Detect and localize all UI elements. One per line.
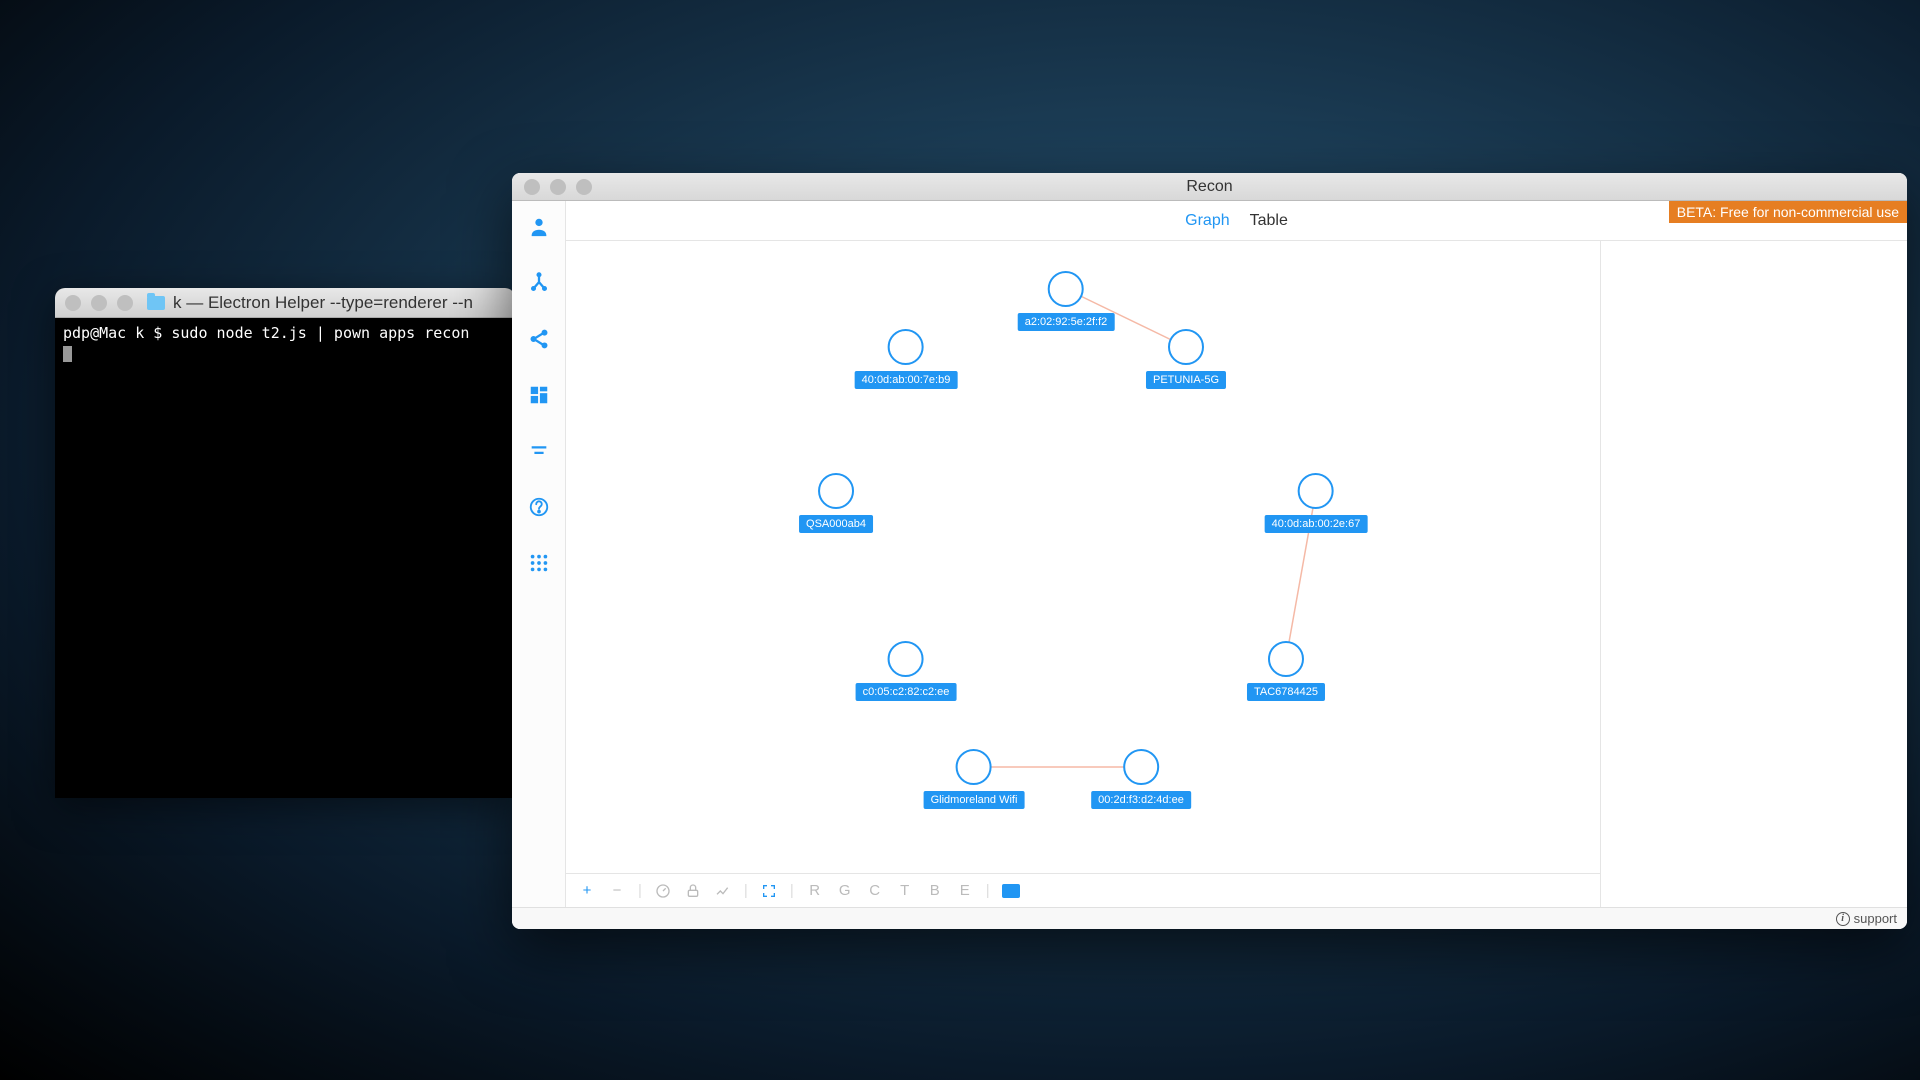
share-icon[interactable] [527, 327, 551, 351]
maximize-button[interactable] [117, 295, 133, 311]
recon-traffic-lights [524, 179, 592, 195]
graph-node[interactable]: c0:05:c2:82:c2:ee [856, 641, 957, 701]
terminal-window: k — Electron Helper --type=renderer --n … [55, 288, 515, 798]
grid-icon[interactable] [527, 383, 551, 407]
terminal-title: k — Electron Helper --type=renderer --n [173, 293, 473, 313]
node-label: 40:0d:ab:00:7e:b9 [855, 371, 958, 389]
add-button[interactable]: + [578, 882, 596, 899]
branch-icon[interactable] [527, 271, 551, 295]
image-icon[interactable] [1002, 884, 1020, 898]
node-label: Glidmoreland Wifi [924, 791, 1025, 809]
terminal-titlebar: k — Electron Helper --type=renderer --n [55, 288, 515, 318]
apps-grid-icon[interactable] [527, 551, 551, 575]
node-label: 40:0d:ab:00:2e:67 [1265, 515, 1368, 533]
toolbar-separator: | [744, 882, 748, 899]
minimize-button[interactable] [550, 179, 566, 195]
node-label: 00:2d:f3:d2:4d:ee [1091, 791, 1191, 809]
minimize-button[interactable] [91, 295, 107, 311]
graph-node[interactable]: TAC6784425 [1247, 641, 1325, 701]
graph-node[interactable]: QSA000ab4 [799, 473, 873, 533]
details-panel [1601, 241, 1907, 907]
person-icon[interactable] [527, 215, 551, 239]
node-circle-icon [1048, 271, 1084, 307]
fullscreen-icon[interactable] [760, 883, 778, 899]
terminal-traffic-lights [65, 295, 133, 311]
node-label: PETUNIA-5G [1146, 371, 1226, 389]
terminal-prompt: pdp@Mac k $ [63, 324, 171, 342]
node-label: c0:05:c2:82:c2:ee [856, 683, 957, 701]
recon-footer: i support [512, 907, 1907, 929]
node-circle-icon [1298, 473, 1334, 509]
graph-node[interactable]: Glidmoreland Wifi [924, 749, 1025, 809]
recon-titlebar: Recon [512, 173, 1907, 201]
graph-toolbar: + − | | [566, 873, 1600, 907]
node-label: TAC6784425 [1247, 683, 1325, 701]
layout-g[interactable]: G [836, 882, 854, 899]
support-link[interactable]: i support [1836, 911, 1897, 926]
sidebar [512, 201, 566, 907]
node-circle-icon [1123, 749, 1159, 785]
toolbar-separator: | [986, 882, 990, 899]
node-circle-icon [888, 641, 924, 677]
beta-banner: BETA: Free for non-commercial use [1669, 201, 1907, 223]
node-circle-icon [888, 329, 924, 365]
main-content: Graph Table a2:02:92:5e:2f:f2 40:0d:ab:00… [566, 201, 1907, 907]
filter-icon[interactable] [527, 439, 551, 463]
lock-icon[interactable] [684, 883, 702, 899]
maximize-button[interactable] [576, 179, 592, 195]
recon-title: Recon [1186, 178, 1232, 196]
close-button[interactable] [65, 295, 81, 311]
layout-b[interactable]: B [926, 882, 944, 899]
chart-icon[interactable] [714, 883, 732, 899]
node-circle-icon [1168, 329, 1204, 365]
tab-graph[interactable]: Graph [1185, 212, 1229, 230]
node-circle-icon [956, 749, 992, 785]
help-icon[interactable] [527, 495, 551, 519]
folder-icon [147, 296, 165, 310]
graph-node[interactable]: PETUNIA-5G [1146, 329, 1226, 389]
layout-t[interactable]: T [896, 882, 914, 899]
graph-node[interactable]: 00:2d:f3:d2:4d:ee [1091, 749, 1191, 809]
terminal-cursor [63, 346, 72, 362]
terminal-command: sudo node t2.js | pown apps recon [171, 324, 469, 342]
graph-node[interactable]: a2:02:92:5e:2f:f2 [1018, 271, 1115, 331]
remove-button[interactable]: − [608, 882, 626, 899]
gauge-icon[interactable] [654, 883, 672, 899]
close-button[interactable] [524, 179, 540, 195]
tab-table[interactable]: Table [1250, 212, 1288, 230]
terminal-body[interactable]: pdp@Mac k $ sudo node t2.js | pown apps … [55, 318, 515, 369]
toolbar-separator: | [790, 882, 794, 899]
layout-e[interactable]: E [956, 882, 974, 899]
graph-canvas-wrap: a2:02:92:5e:2f:f2 40:0d:ab:00:7e:b9 PETUNI… [566, 241, 1601, 907]
graph-edges [566, 241, 1600, 907]
graph-node[interactable]: 40:0d:ab:00:2e:67 [1265, 473, 1368, 533]
recon-window: Recon BETA: Free for non-commercial use [512, 173, 1907, 929]
layout-r[interactable]: R [806, 882, 824, 899]
node-label: QSA000ab4 [799, 515, 873, 533]
node-circle-icon [818, 473, 854, 509]
graph-node[interactable]: 40:0d:ab:00:7e:b9 [855, 329, 958, 389]
node-label: a2:02:92:5e:2f:f2 [1018, 313, 1115, 331]
support-label: support [1854, 911, 1897, 926]
recon-body: Graph Table a2:02:92:5e:2f:f2 40:0d:ab:00… [512, 201, 1907, 907]
layout-c[interactable]: C [866, 882, 884, 899]
graph-canvas[interactable]: a2:02:92:5e:2f:f2 40:0d:ab:00:7e:b9 PETUNI… [566, 241, 1600, 907]
toolbar-separator: | [638, 882, 642, 899]
node-circle-icon [1268, 641, 1304, 677]
info-icon: i [1836, 912, 1850, 926]
